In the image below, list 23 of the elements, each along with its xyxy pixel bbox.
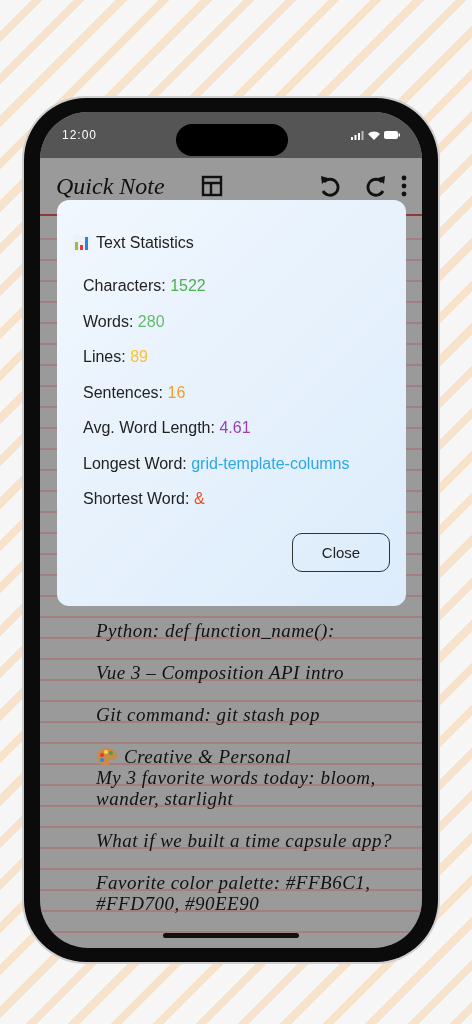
stat-line: Lines: 89 [83,347,149,367]
note-line: My 3 favorite words today: bloom, wander, starlight [96,767,377,809]
bar-chart-icon [73,235,90,251]
stat-line: Shortest Word: & [83,489,206,509]
note-line: Vue 3 – Composition API intro [96,662,344,683]
note-line: Git command: git stash pop [96,704,321,725]
stat-line: Words: 280 [83,311,166,331]
close-button[interactable]: Close [292,532,390,572]
status-time: 12:00 [62,128,98,142]
stat-line: Sentences: 16 [83,382,187,402]
stat-line: Longest Word: grid-template-columns [83,453,351,473]
note-line: Creative & Personal [124,746,292,767]
signal-icon [351,130,364,140]
note-line: Python: def function_name(): [96,620,335,641]
palette-icon [96,746,118,767]
wifi-icon [368,130,380,140]
stat-line: Avg. Word Length: 4.61 [83,418,252,438]
note-line: What if we built a time capsule app? [96,830,393,851]
battery-icon [384,131,400,139]
stat-line: Characters: 1522 [83,276,207,296]
dialog-title: Text Statistics [96,234,194,252]
note-line: Favorite color palette: #FFB6C1, #FFD700, #90EE90 [96,872,372,914]
app-title: Quick Note [56,172,166,200]
